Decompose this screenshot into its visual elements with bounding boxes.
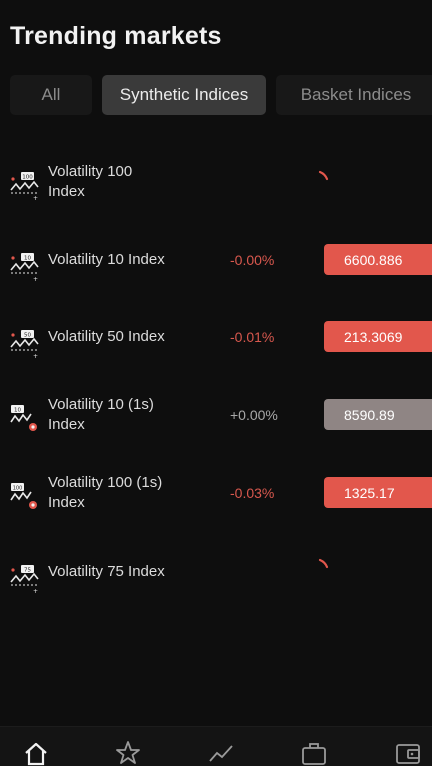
market-row[interactable]: 10 + Volatility 10 Index -0.00% 6600.886: [0, 244, 432, 304]
loading-spinner-icon: [318, 170, 329, 181]
price-change: -0.01%: [230, 329, 275, 345]
market-row[interactable]: 10 Volatility 10 (1s) Index +0.00% 8590.…: [0, 395, 432, 455]
price-change: +0.00%: [230, 407, 278, 423]
market-row[interactable]: 75 + Volatility 75 Index: [0, 556, 432, 616]
svg-text:10: 10: [24, 255, 31, 261]
page-title: Trending markets: [10, 22, 222, 50]
volatility-1s-index-icon: 10: [10, 405, 37, 431]
price-change: -0.00%: [230, 252, 275, 268]
market-row[interactable]: 100 Volatility 100 (1s) Index -0.03% 132…: [0, 473, 432, 533]
market-name: Volatility 75 Index: [48, 563, 165, 580]
trend-icon[interactable]: [207, 739, 235, 766]
svg-text:50: 50: [24, 332, 31, 338]
price-badge[interactable]: 1325.17: [324, 477, 432, 508]
market-name: Volatility 10 Index: [48, 251, 165, 268]
wallet-icon[interactable]: [394, 739, 422, 766]
market-name: Volatility 100 (1s) Index: [48, 474, 163, 511]
volatility-index-icon: 50 +: [10, 330, 39, 360]
home-icon[interactable]: [22, 739, 50, 766]
svg-text:+: +: [33, 588, 38, 595]
price-badge[interactable]: 6600.886: [324, 244, 432, 275]
bottom-navigation: [0, 726, 432, 766]
volatility-index-icon: 75 +: [10, 565, 39, 595]
market-row[interactable]: 100 + Volatility 100 Index: [0, 162, 432, 222]
tab-basket-indices[interactable]: Basket Indices: [276, 75, 432, 115]
volatility-1s-index-icon: 100: [10, 483, 37, 509]
svg-text:75: 75: [24, 567, 31, 573]
trending-markets-screen: Trending markets All Synthetic Indices B…: [0, 0, 432, 766]
market-name: Volatility 10 (1s) Index: [48, 396, 154, 433]
star-icon[interactable]: [114, 739, 142, 766]
market-tabs: All Synthetic Indices Basket Indices: [10, 75, 432, 115]
price-change: -0.03%: [230, 485, 275, 501]
svg-text:100: 100: [22, 174, 33, 180]
volatility-index-icon: 10 +: [10, 253, 39, 283]
market-name: Volatility 100 Index: [48, 163, 133, 200]
briefcase-icon[interactable]: [300, 739, 328, 766]
svg-text:100: 100: [13, 485, 23, 491]
svg-text:+: +: [33, 276, 38, 283]
svg-text:10: 10: [14, 407, 21, 413]
market-name: Volatility 50 Index: [48, 328, 165, 345]
volatility-index-icon: 100 +: [10, 172, 39, 202]
tab-all[interactable]: All: [10, 75, 92, 115]
price-badge[interactable]: 213.3069: [324, 321, 432, 352]
loading-spinner-icon: [318, 558, 329, 569]
svg-text:+: +: [33, 195, 38, 202]
svg-text:+: +: [33, 353, 38, 360]
price-badge[interactable]: 8590.89: [324, 399, 432, 430]
market-row[interactable]: 50 + Volatility 50 Index -0.01% 213.3069: [0, 321, 432, 381]
tab-synthetic-indices[interactable]: Synthetic Indices: [102, 75, 266, 115]
